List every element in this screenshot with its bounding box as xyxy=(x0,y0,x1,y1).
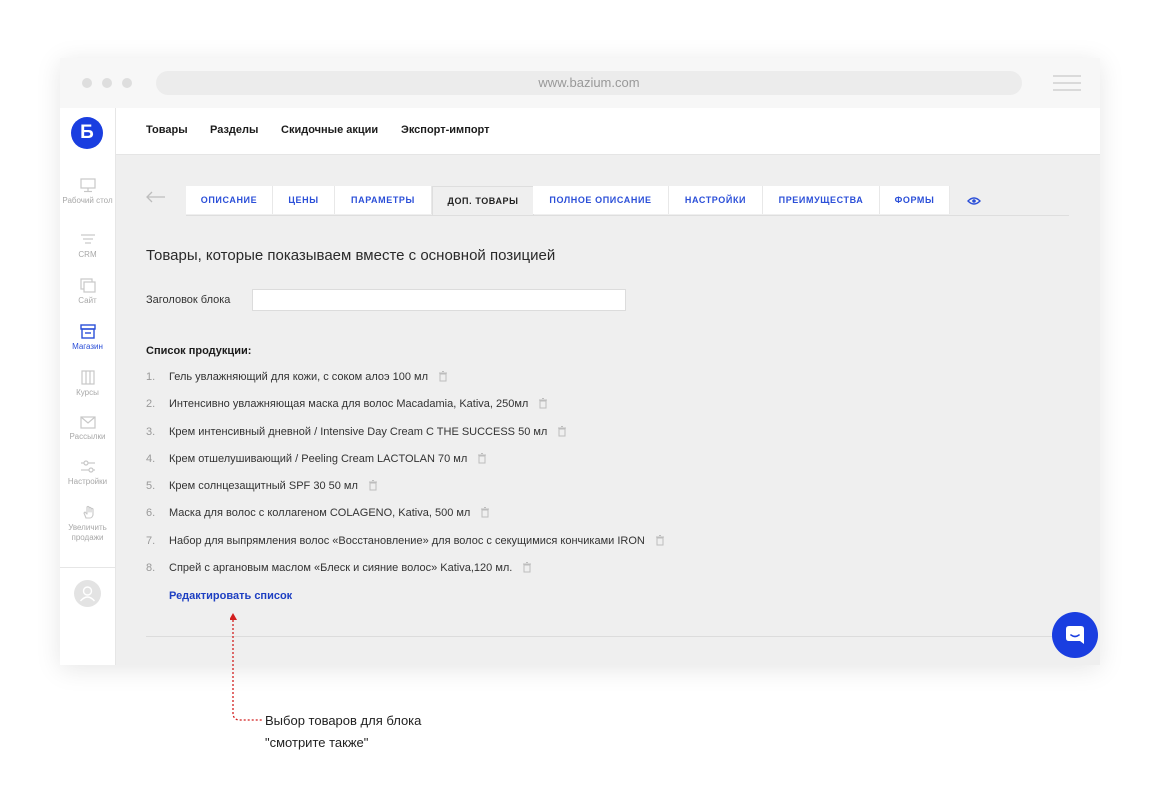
annotation-line: "смотрите также" xyxy=(265,735,369,750)
sidebar-item-label: Увеличить продажи xyxy=(68,523,107,542)
funnel-icon xyxy=(80,234,95,244)
tab-additional-products[interactable]: ДОП. ТОВАРЫ xyxy=(432,186,534,216)
window-control-dot[interactable] xyxy=(82,78,92,88)
sidebar: Б Рабочий стол CRM Сайт Магазин Курсы Ра… xyxy=(60,108,116,665)
block-title-input[interactable] xyxy=(252,289,626,311)
sidebar-divider xyxy=(60,567,115,568)
topnav-export-import[interactable]: Экспорт-импорт xyxy=(401,124,490,136)
menu-icon[interactable] xyxy=(1053,75,1081,96)
eye-icon[interactable] xyxy=(967,196,981,206)
sidebar-item-label: Курсы xyxy=(76,388,99,397)
sidebar-item-label: Настройки xyxy=(67,477,108,486)
list-item-name: Крем интенсивный дневной / Intensive Day… xyxy=(169,425,548,438)
trash-icon[interactable] xyxy=(368,480,378,491)
sidebar-item-store[interactable]: Магазин xyxy=(60,324,115,352)
trash-icon[interactable] xyxy=(480,507,490,518)
back-arrow-icon[interactable] xyxy=(146,191,166,203)
topnav-discounts[interactable]: Скидочные акции xyxy=(281,124,378,136)
browser-titlebar: www.bazium.com xyxy=(60,58,1100,108)
tab-forms[interactable]: ФОРМЫ xyxy=(880,186,950,214)
topnav-products[interactable]: Товары xyxy=(146,124,188,136)
block-title-label: Заголовок блока xyxy=(146,294,231,306)
list-item-name: Гель увлажняющий для кожи, с соком алоэ … xyxy=(169,371,429,383)
trash-icon[interactable] xyxy=(557,425,567,437)
user-icon xyxy=(79,586,96,602)
hand-icon xyxy=(82,505,94,519)
sidebar-item-label: Сайт xyxy=(78,296,97,305)
sidebar-item-label: CRM xyxy=(78,250,97,259)
site-icon xyxy=(79,278,96,293)
tab-advantages[interactable]: ПРЕИМУЩЕСТВА xyxy=(763,186,880,214)
annotation-line: Выбор товаров для блока xyxy=(265,713,422,728)
chat-button[interactable] xyxy=(1052,612,1098,658)
main-content: ОПИСАНИЕ ЦЕНЫ ПАРАМЕТРЫ ДОП. ТОВАРЫ ПОЛН… xyxy=(116,155,1100,665)
tab-prices[interactable]: ЦЕНЫ xyxy=(273,186,335,214)
list-item-number: 6. xyxy=(146,507,156,520)
list-item-name: Спрей с аргановым маслом «Блеск и сияние… xyxy=(169,562,513,575)
tab-settings[interactable]: НАСТРОЙКИ xyxy=(669,186,763,214)
trash-icon[interactable] xyxy=(477,452,487,464)
sidebar-item-mailings[interactable]: Рассылки xyxy=(60,416,115,442)
window-control-dot[interactable] xyxy=(102,78,112,88)
app-logo[interactable]: Б xyxy=(71,117,103,149)
sliders-icon xyxy=(80,460,95,473)
list-item-number: 3. xyxy=(146,425,156,438)
address-bar[interactable]: www.bazium.com xyxy=(156,71,1022,95)
top-navigation: Товары Разделы Скидочные акции Экспорт-и… xyxy=(116,108,1100,155)
list-item-number: 4. xyxy=(146,452,156,465)
sidebar-item-label: Рассылки xyxy=(69,432,106,441)
tab-parameters[interactable]: ПАРАМЕТРЫ xyxy=(335,186,432,214)
product-list-title: Список продукции: xyxy=(146,345,252,357)
list-item-name: Крем отшелушивающий / Peeling Cream LACT… xyxy=(169,452,468,465)
list-item-number: 5. xyxy=(146,480,156,493)
topnav-sections[interactable]: Разделы xyxy=(210,124,258,136)
mail-icon xyxy=(79,416,96,429)
list-item-number: 8. xyxy=(146,562,156,575)
edit-list-link[interactable]: Редактировать список xyxy=(169,590,292,602)
sidebar-item-site[interactable]: Сайт xyxy=(60,278,115,306)
chat-icon xyxy=(1066,626,1084,644)
sidebar-item-label: Рабочий стол xyxy=(62,196,113,205)
list-item-name: Интенсивно увлажняющая маска для волос M… xyxy=(169,398,529,411)
list-item-name: Набор для выпрямления волос «Восстановле… xyxy=(169,534,645,547)
store-icon xyxy=(79,324,96,339)
list-item-name: Маска для волос с коллагеном COLAGENO, K… xyxy=(169,507,471,520)
sidebar-item-crm[interactable]: CRM xyxy=(60,233,115,260)
tabs-divider xyxy=(186,215,1069,216)
sidebar-item-label: Магазин xyxy=(72,342,103,351)
tab-description[interactable]: ОПИСАНИЕ xyxy=(186,186,273,214)
trash-icon[interactable] xyxy=(522,562,532,573)
sidebar-item-settings[interactable]: Настройки xyxy=(60,459,115,487)
tab-full-description[interactable]: ПОЛНОЕ ОПИСАНИЕ xyxy=(533,186,669,214)
content-divider xyxy=(146,636,1069,637)
list-item-number: 7. xyxy=(146,534,156,547)
monitor-icon xyxy=(79,178,96,193)
trash-icon[interactable] xyxy=(438,371,448,382)
list-item-number: 1. xyxy=(146,371,156,383)
trash-icon[interactable] xyxy=(655,534,665,546)
sidebar-item-increase-sales[interactable]: Увеличить продажи xyxy=(60,504,115,543)
page-title: Товары, которые показываем вместе с осно… xyxy=(146,247,556,264)
list-item-name: Крем солнцезащитный SPF 30 50 мл xyxy=(169,480,358,493)
window-control-dot[interactable] xyxy=(122,78,132,88)
annotation-arrow xyxy=(230,613,262,721)
sidebar-item-desktop[interactable]: Рабочий стол xyxy=(60,178,115,206)
trash-icon[interactable] xyxy=(538,398,548,409)
annotation-text: Выбор товаров для блока "смотрите также" xyxy=(265,710,421,754)
list-item-number: 2. xyxy=(146,398,156,411)
courses-icon xyxy=(80,370,95,385)
browser-window: www.bazium.com Б Рабочий стол CRM Сайт М… xyxy=(60,58,1100,665)
user-avatar[interactable] xyxy=(74,580,101,607)
sidebar-item-courses[interactable]: Курсы xyxy=(60,370,115,398)
